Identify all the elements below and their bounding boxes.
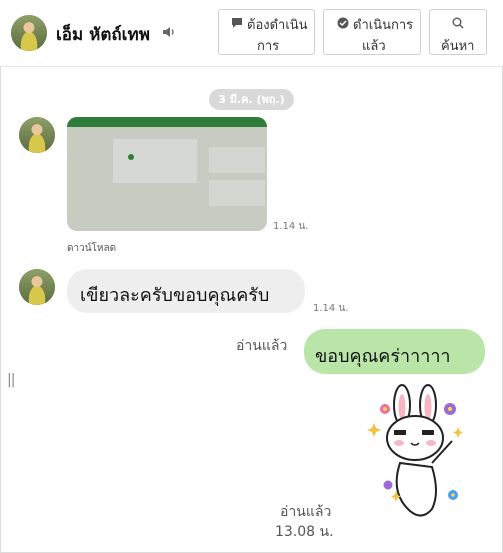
message-time: 13.08 น. <box>275 524 334 540</box>
read-receipt: อ่านแล้ว <box>280 504 332 520</box>
chat-header: เอ็ม หัตถ์เทพ ต้องดำเนิน การ ดำเนินการ แ… <box>0 0 503 67</box>
check-circle-icon <box>337 17 349 29</box>
sender-avatar[interactable] <box>19 269 55 305</box>
search-button[interactable]: ค้นหา <box>429 9 487 55</box>
done-label-2: แล้ว <box>362 39 386 54</box>
todo-button[interactable]: ต้องดำเนิน การ <box>218 9 315 55</box>
rabbit-sticker-icon[interactable] <box>360 383 470 523</box>
message-time: 1.14 น. <box>313 303 349 314</box>
message-text: เขียวละครับขอบคุณครับ <box>80 285 270 306</box>
done-button[interactable]: ดำเนินการ แล้ว <box>323 9 421 55</box>
todo-label-1: ต้องดำเนิน <box>247 18 308 33</box>
date-separator: 3 มี.ค. (พฤ.) <box>209 89 294 110</box>
outgoing-text-bubble[interactable]: ขอบคุณคร่าาาาา <box>304 329 485 374</box>
contact-name[interactable]: เอ็ม หัตถ์เทพ <box>56 21 150 48</box>
message-time: 1.14 น. <box>273 221 309 232</box>
done-label-1: ดำเนินการ <box>353 18 414 33</box>
image-message[interactable] <box>67 117 267 231</box>
speech-bubble-icon <box>232 18 242 28</box>
read-receipt: อ่านแล้ว <box>236 338 288 354</box>
resize-handle[interactable]: || <box>7 372 16 388</box>
todo-label-2: การ <box>257 39 280 54</box>
search-icon <box>452 17 464 29</box>
contact-avatar[interactable] <box>11 15 47 51</box>
incoming-text-bubble[interactable]: เขียวละครับขอบคุณครับ <box>67 269 305 313</box>
speaker-icon[interactable] <box>162 25 176 39</box>
download-link[interactable]: ดาวน์โหลด <box>67 241 116 256</box>
message-text: ขอบคุณคร่าาาาา <box>315 346 451 367</box>
sender-avatar[interactable] <box>19 117 55 153</box>
search-label: ค้นหา <box>441 39 475 54</box>
